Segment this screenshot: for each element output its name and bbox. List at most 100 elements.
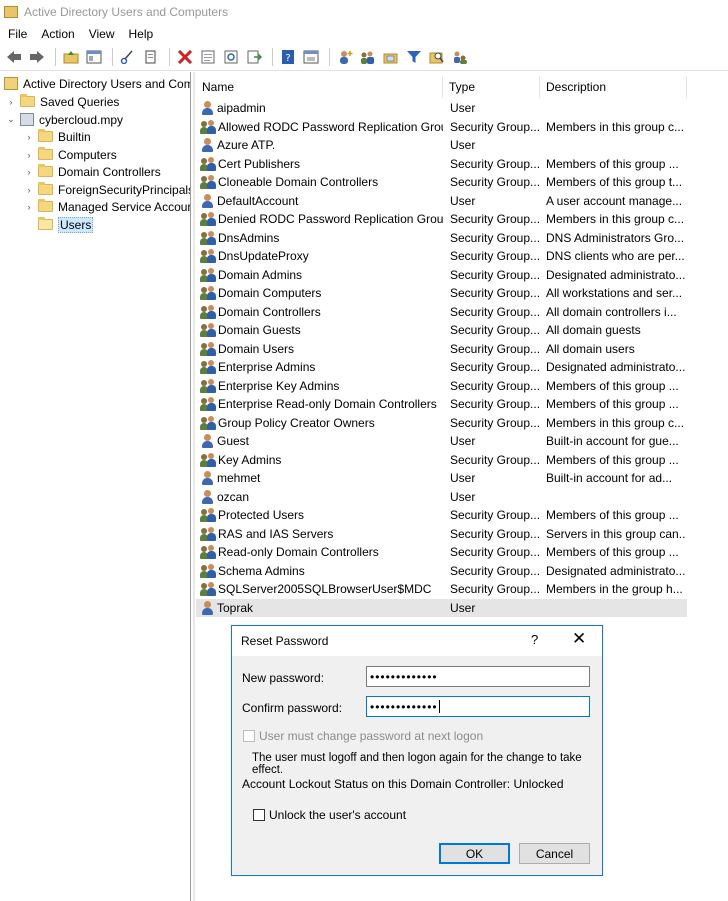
cancel-button[interactable]: Cancel — [519, 843, 590, 864]
table-row[interactable]: DnsAdmins Security Group... DNS Administra… — [196, 229, 728, 248]
table-row[interactable]: Domain Admins Security Group... Designated… — [196, 266, 728, 285]
export-list-icon[interactable] — [244, 47, 264, 67]
table-row[interactable]: Domain Guests Security Group... All domain… — [196, 321, 728, 340]
cell-name: Group Policy Creator Owners — [196, 415, 443, 430]
up-folder-icon[interactable] — [61, 47, 81, 67]
reset-password-dialog: Reset Password ? ✕ New password: •••••••… — [231, 625, 603, 876]
group-icon — [200, 249, 216, 264]
column-header-description[interactable]: Description — [540, 76, 687, 98]
object-name: RAS and IAS Servers — [218, 526, 334, 541]
table-row[interactable]: Protected Users Security Group... Members … — [196, 506, 728, 525]
table-row[interactable]: Guest User Built-in account for gue... — [196, 432, 728, 451]
table-row[interactable]: Schema Admins Security Group... Designated… — [196, 562, 728, 581]
must-change-label: User must change password at next logon — [259, 729, 484, 743]
table-row[interactable]: DefaultAccount User A user account manage.… — [196, 192, 728, 211]
logoff-note: The user must logoff and then logon agai… — [252, 752, 582, 776]
cell-description: Members in this group c... — [546, 415, 685, 430]
tree-item-domain[interactable]: ⌄ cybercloud.mpy — [6, 111, 123, 128]
table-row[interactable]: Azure ATP. User — [196, 136, 728, 155]
new-ou-icon[interactable] — [381, 47, 401, 67]
tree-item-users[interactable]: Users — [24, 216, 94, 233]
column-header-name[interactable]: Name — [196, 76, 443, 98]
cell-type: Security Group... — [450, 397, 540, 412]
cell-name: ozcan — [196, 489, 443, 504]
menu-help[interactable]: Help — [122, 27, 161, 41]
cell-type: Security Group... — [450, 212, 540, 227]
chevron-right-icon[interactable]: › — [24, 132, 34, 142]
cell-name: Allowed RODC Password Replication Group — [196, 119, 443, 134]
add-to-group-icon[interactable] — [450, 47, 470, 67]
forward-icon[interactable] — [27, 47, 47, 67]
chevron-right-icon[interactable]: › — [24, 167, 34, 177]
show-hide-tree-icon[interactable] — [84, 47, 104, 67]
chevron-down-icon[interactable]: ⌄ — [6, 114, 16, 125]
tree-item-managed-service-accounts[interactable]: › Managed Service Accour — [24, 198, 190, 215]
table-row[interactable]: Group Policy Creator Owners Security Grou… — [196, 414, 728, 433]
table-row[interactable]: Enterprise Read-only Domain Controllers S… — [196, 395, 728, 414]
find-icon[interactable] — [427, 47, 447, 67]
filter-icon[interactable] — [404, 47, 424, 67]
table-row[interactable]: Cloneable Domain Controllers Security Gro… — [196, 173, 728, 192]
table-row[interactable]: SQLServer2005SQLBrowserUser$MDC Security … — [196, 580, 728, 599]
table-row[interactable]: Domain Controllers Security Group... All d… — [196, 303, 728, 322]
tree-item-builtin[interactable]: › Builtin — [24, 128, 91, 145]
table-row[interactable]: aipadmin User — [196, 99, 728, 118]
table-row[interactable]: Enterprise Key Admins Security Group... Me… — [196, 377, 728, 396]
table-row[interactable]: Allowed RODC Password Replication Group S… — [196, 118, 728, 137]
cell-name: RAS and IAS Servers — [196, 526, 443, 541]
copy-icon[interactable] — [141, 47, 161, 67]
properties-icon[interactable] — [198, 47, 218, 67]
new-password-field[interactable]: ••••••••••••• — [366, 666, 590, 687]
tree-item-saved-queries[interactable]: › Saved Queries — [6, 93, 119, 110]
ok-button[interactable]: OK — [439, 843, 510, 864]
group-icon — [200, 378, 216, 393]
group-icon — [200, 545, 216, 560]
table-row[interactable]: mehmet User Built-in account for ad... — [196, 469, 728, 488]
table-row[interactable]: DnsUpdateProxy Security Group... DNS clien… — [196, 247, 728, 266]
group-icon — [200, 452, 216, 467]
table-row[interactable]: Cert Publishers Security Group... Members … — [196, 155, 728, 174]
table-row[interactable]: ozcan User — [196, 488, 728, 507]
menu-action[interactable]: Action — [34, 27, 81, 41]
delete-icon[interactable] — [175, 47, 195, 67]
chevron-right-icon[interactable]: › — [24, 185, 34, 195]
console-icon[interactable] — [301, 47, 321, 67]
table-row[interactable]: Domain Users Security Group... All domain … — [196, 340, 728, 359]
new-group-icon[interactable] — [358, 47, 378, 67]
help-icon[interactable]: ? — [278, 47, 298, 67]
table-row[interactable]: Key Admins Security Group... Members of th… — [196, 451, 728, 470]
chevron-right-icon[interactable]: › — [24, 150, 34, 160]
chevron-right-icon[interactable]: › — [24, 202, 34, 212]
must-change-checkbox[interactable] — [243, 730, 255, 742]
menu-file[interactable]: File — [0, 27, 34, 41]
table-row[interactable]: Domain Computers Security Group... All wor… — [196, 284, 728, 303]
unlock-account-checkbox[interactable] — [253, 809, 265, 821]
refresh-icon[interactable] — [221, 47, 241, 67]
object-name: Cloneable Domain Controllers — [218, 175, 379, 190]
table-row[interactable]: Read-only Domain Controllers Security Gro… — [196, 543, 728, 562]
back-icon[interactable] — [4, 47, 24, 67]
new-user-icon[interactable] — [335, 47, 355, 67]
cell-type: Security Group... — [450, 156, 540, 171]
chevron-right-icon[interactable]: › — [6, 97, 16, 107]
cut-icon[interactable] — [118, 47, 138, 67]
pane-splitter[interactable] — [193, 72, 195, 901]
column-header-type[interactable]: Type — [443, 76, 540, 98]
tree-root[interactable]: Active Directory Users and Com — [4, 75, 190, 92]
close-icon[interactable]: ✕ — [572, 629, 586, 649]
table-row[interactable]: RAS and IAS Servers Security Group... Serv… — [196, 525, 728, 544]
tree-item-computers[interactable]: › Computers — [24, 146, 117, 163]
help-button[interactable]: ? — [531, 632, 538, 647]
confirm-password-field[interactable]: ••••••••••••• — [366, 696, 590, 717]
menu-view[interactable]: View — [82, 27, 122, 41]
table-row[interactable]: Enterprise Admins Security Group... Design… — [196, 358, 728, 377]
group-icon — [200, 508, 216, 523]
cell-description: Members of this group ... — [546, 397, 679, 412]
tree-item-domain-controllers[interactable]: › Domain Controllers — [24, 163, 161, 180]
table-row[interactable]: Toprak User — [196, 598, 687, 617]
table-row[interactable]: Denied RODC Password Replication Group Se… — [196, 210, 728, 229]
text-caret — [438, 700, 440, 713]
group-icon — [200, 526, 216, 541]
title-bar: Active Directory Users and Computers — [0, 0, 728, 24]
tree-item-foreign-security-principals[interactable]: › ForeignSecurityPrincipals — [24, 181, 190, 198]
